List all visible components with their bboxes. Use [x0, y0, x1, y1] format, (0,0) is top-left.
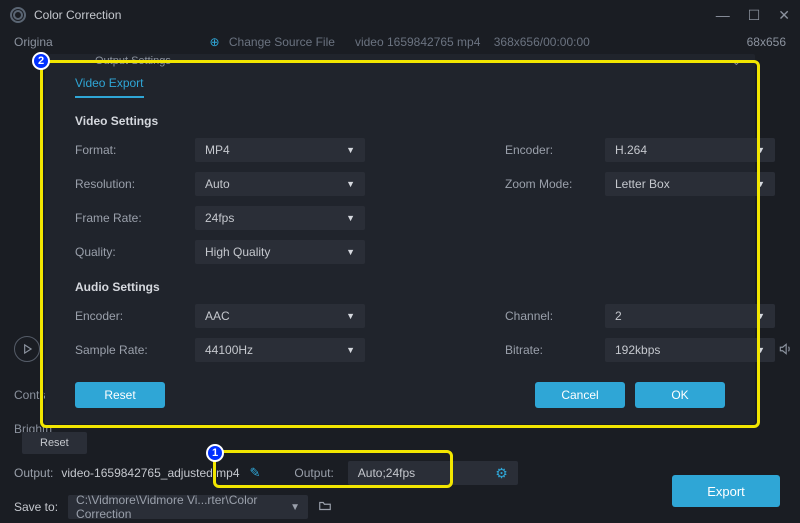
chevron-down-icon: ▼ — [346, 179, 355, 189]
framerate-select[interactable]: 24fps▼ — [195, 206, 365, 230]
audio-settings-heading: Audio Settings — [75, 280, 725, 294]
chevron-down-icon: ▼ — [346, 311, 355, 321]
chevron-down-icon: ▼ — [756, 345, 765, 355]
tab-video-export[interactable]: Video Export — [75, 76, 144, 98]
dialog-reset-button[interactable]: Reset — [75, 382, 165, 408]
chevron-down-icon: ▼ — [756, 311, 765, 321]
source-file-name: video 1659842765 mp4 — [355, 35, 480, 49]
resolution-label: Resolution: — [75, 177, 185, 191]
output-settings-label: Output: — [294, 466, 333, 480]
source-file-area: ⊕ Change Source File video 1659842765 mp… — [53, 35, 747, 49]
chevron-down-icon: ▼ — [756, 179, 765, 189]
output-filename: video-1659842765_adjusted.mp4 — [61, 466, 239, 480]
chevron-down-icon: ▼ — [346, 213, 355, 223]
format-select[interactable]: MP4▼ — [195, 138, 365, 162]
dialog-cancel-button[interactable]: Cancel — [535, 382, 625, 408]
output-label: Output: — [14, 466, 53, 480]
saveto-path-select[interactable]: C:\Vidmore\Vidmore Vi...rter\Color Corre… — [68, 495, 308, 519]
source-file-meta: 368x656/00:00:00 — [494, 35, 590, 49]
reset-button-main[interactable]: Reset — [22, 432, 87, 454]
top-strip: Origina ⊕ Change Source File video 16598… — [0, 30, 800, 54]
framerate-label: Frame Rate: — [75, 211, 185, 225]
edit-filename-icon[interactable]: ✎ — [250, 465, 261, 481]
dimensions-label: 68x656 — [747, 35, 786, 49]
change-source-label[interactable]: Change Source File — [229, 35, 335, 49]
encoder-select[interactable]: H.264▼ — [605, 138, 775, 162]
output-settings-box[interactable]: Auto;24fps ⚙ — [348, 461, 518, 485]
dialog-collapse-icon[interactable]: ⌄ — [732, 55, 741, 68]
zoom-label: Zoom Mode: — [505, 177, 595, 191]
open-folder-icon[interactable] — [318, 499, 332, 516]
audio-encoder-label: Encoder: — [75, 309, 185, 323]
audio-encoder-select[interactable]: AAC▼ — [195, 304, 365, 328]
bitrate-label: Bitrate: — [505, 343, 595, 357]
maximize-button[interactable]: ☐ — [748, 8, 761, 22]
chevron-down-icon: ▼ — [290, 502, 300, 513]
app-icon — [10, 7, 26, 23]
dialog-ok-button[interactable]: OK — [635, 382, 725, 408]
video-settings-heading: Video Settings — [75, 114, 725, 128]
saveto-path-value: C:\Vidmore\Vidmore Vi...rter\Color Corre… — [76, 493, 290, 521]
volume-icon[interactable] — [774, 338, 796, 360]
saveto-label: Save to: — [14, 500, 58, 514]
chevron-down-icon: ▼ — [346, 145, 355, 155]
add-icon[interactable]: ⊕ — [209, 35, 219, 49]
zoom-select[interactable]: Letter Box▼ — [605, 172, 775, 196]
titlebar: Color Correction — ☐ ✕ — [0, 0, 800, 30]
preview-label-left: Origina — [14, 35, 53, 49]
dialog-title: Output Settings — [95, 55, 171, 67]
play-icon[interactable] — [14, 336, 40, 362]
chevron-down-icon: ▼ — [756, 145, 765, 155]
resolution-select[interactable]: Auto▼ — [195, 172, 365, 196]
close-button[interactable]: ✕ — [778, 8, 790, 22]
quality-select[interactable]: High Quality▼ — [195, 240, 365, 264]
minimize-button[interactable]: — — [716, 8, 730, 22]
chevron-down-icon: ▼ — [346, 345, 355, 355]
samplerate-label: Sample Rate: — [75, 343, 185, 357]
channel-label: Channel: — [505, 309, 595, 323]
bitrate-select[interactable]: 192kbps▼ — [605, 338, 775, 362]
gear-icon[interactable]: ⚙ — [495, 465, 508, 482]
output-settings-value: Auto;24fps — [358, 466, 415, 480]
window-title: Color Correction — [34, 8, 121, 22]
output-settings-dialog: Output Settings ⌄ Video Export Video Set… — [45, 54, 755, 424]
export-button[interactable]: Export — [672, 475, 780, 507]
samplerate-select[interactable]: 44100Hz▼ — [195, 338, 365, 362]
format-label: Format: — [75, 143, 185, 157]
quality-label: Quality: — [75, 245, 185, 259]
encoder-label: Encoder: — [505, 143, 595, 157]
chevron-down-icon: ▼ — [346, 247, 355, 257]
channel-select[interactable]: 2▼ — [605, 304, 775, 328]
